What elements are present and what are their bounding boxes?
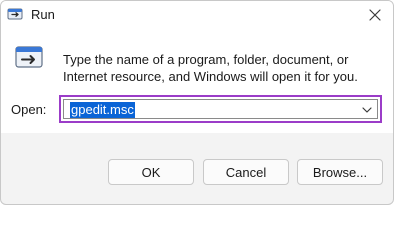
dropdown-button[interactable] <box>360 103 374 117</box>
open-combobox[interactable]: gpedit.msc <box>59 95 382 123</box>
open-input[interactable]: gpedit.msc <box>63 99 378 119</box>
dialog-content: Type the name of a program, folder, docu… <box>1 31 393 133</box>
run-dialog: Run Type the name of a program, folder, … <box>0 0 394 205</box>
run-app-icon <box>7 6 23 22</box>
ok-button[interactable]: OK <box>108 159 194 185</box>
close-icon <box>369 9 381 21</box>
run-icon <box>13 41 45 73</box>
instruction-text: Type the name of a program, folder, docu… <box>63 52 358 84</box>
button-row: OK Cancel Browse... <box>1 159 393 189</box>
cancel-button[interactable]: Cancel <box>203 159 289 185</box>
window-title: Run <box>31 7 55 22</box>
open-label: Open: <box>11 102 47 117</box>
close-button[interactable] <box>363 4 387 26</box>
browse-button[interactable]: Browse... <box>297 159 383 185</box>
chevron-down-icon <box>362 107 372 113</box>
title-bar[interactable]: Run <box>1 1 393 31</box>
open-input-value: gpedit.msc <box>70 102 135 118</box>
